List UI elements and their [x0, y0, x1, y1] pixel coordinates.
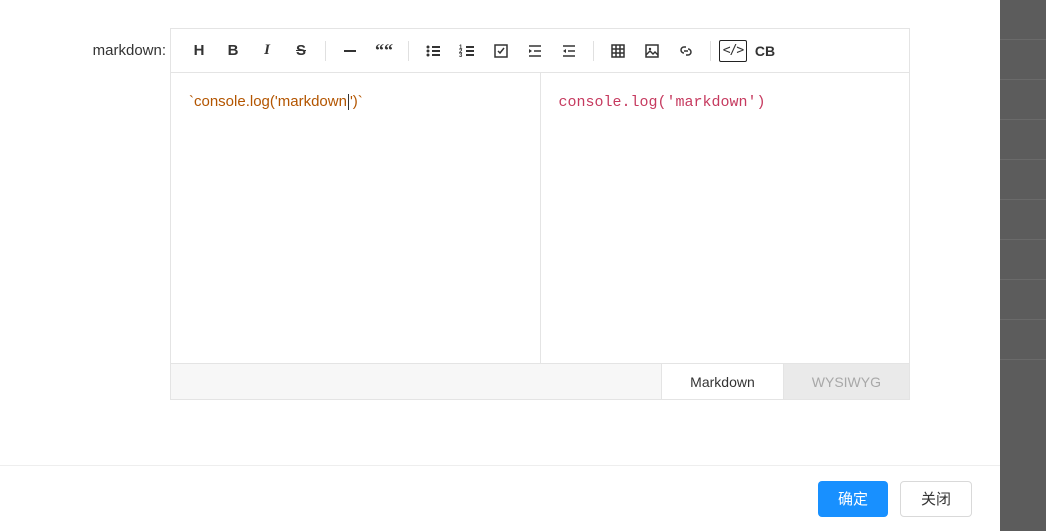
source-text-after: ')` — [350, 93, 363, 110]
outdent-button[interactable] — [553, 35, 585, 67]
sidebar-row — [1000, 200, 1046, 240]
ol-button[interactable]: 123 — [451, 35, 483, 67]
sidebar-row — [1000, 120, 1046, 160]
ul-button[interactable] — [417, 35, 449, 67]
ul-icon — [425, 43, 441, 59]
sidebar-row — [1000, 0, 1046, 40]
preview-code: console.log('markdown') — [559, 94, 766, 111]
bold-button[interactable]: B — [217, 35, 249, 67]
text-cursor — [348, 94, 349, 110]
svg-text:3: 3 — [459, 53, 463, 59]
editor-wrap: H B I S ““ 123 — [170, 28, 910, 400]
task-icon — [493, 43, 509, 59]
sidebar-row — [1000, 280, 1046, 320]
code-button[interactable]: </> — [719, 40, 747, 62]
main-content: markdown: H B I S ““ — [0, 0, 1000, 531]
quote-button[interactable]: ““ — [368, 35, 400, 67]
markdown-editor: H B I S ““ 123 — [170, 28, 910, 400]
italic-button[interactable]: I — [251, 35, 283, 67]
sidebar-row — [1000, 80, 1046, 120]
preview-pane: console.log('markdown') — [541, 73, 910, 363]
toolbar-separator — [593, 41, 594, 61]
source-pane[interactable]: `console.log('markdown')` — [171, 73, 541, 363]
source-text-before: `console.log('markdown — [189, 93, 347, 110]
hr-icon — [342, 43, 358, 59]
sidebar-row — [1000, 240, 1046, 280]
table-button[interactable] — [602, 35, 634, 67]
task-button[interactable] — [485, 35, 517, 67]
tab-markdown[interactable]: Markdown — [661, 364, 784, 399]
link-icon — [678, 43, 694, 59]
close-button[interactable]: 关闭 — [900, 481, 972, 517]
codeblock-button[interactable]: CB — [749, 35, 781, 67]
heading-button[interactable]: H — [183, 35, 215, 67]
strike-button[interactable]: S — [285, 35, 317, 67]
editor-panes: `console.log('markdown')` console.log('m… — [171, 73, 909, 363]
sidebar-row — [1000, 160, 1046, 200]
background-sidebar — [1000, 0, 1046, 531]
editor-toolbar: H B I S ““ 123 — [171, 29, 909, 73]
image-icon — [644, 43, 660, 59]
image-button[interactable] — [636, 35, 668, 67]
link-button[interactable] — [670, 35, 702, 67]
table-icon — [610, 43, 626, 59]
outdent-icon — [561, 43, 577, 59]
tab-wysiwyg[interactable]: WYSIWYG — [784, 364, 909, 399]
sidebar-row — [1000, 40, 1046, 80]
toolbar-separator — [408, 41, 409, 61]
sidebar-row — [1000, 320, 1046, 360]
ok-button[interactable]: 确定 — [818, 481, 888, 517]
indent-icon — [527, 43, 543, 59]
editor-tabbar: Markdown WYSIWYG — [171, 363, 909, 399]
form-row: markdown: H B I S ““ — [0, 0, 1000, 400]
hr-button[interactable] — [334, 35, 366, 67]
tab-spacer — [171, 364, 661, 399]
indent-button[interactable] — [519, 35, 551, 67]
toolbar-separator — [325, 41, 326, 61]
field-label: markdown: — [30, 28, 170, 59]
dialog-footer: 确定 关闭 — [0, 465, 1000, 531]
toolbar-separator — [710, 41, 711, 61]
ol-icon: 123 — [459, 43, 475, 59]
